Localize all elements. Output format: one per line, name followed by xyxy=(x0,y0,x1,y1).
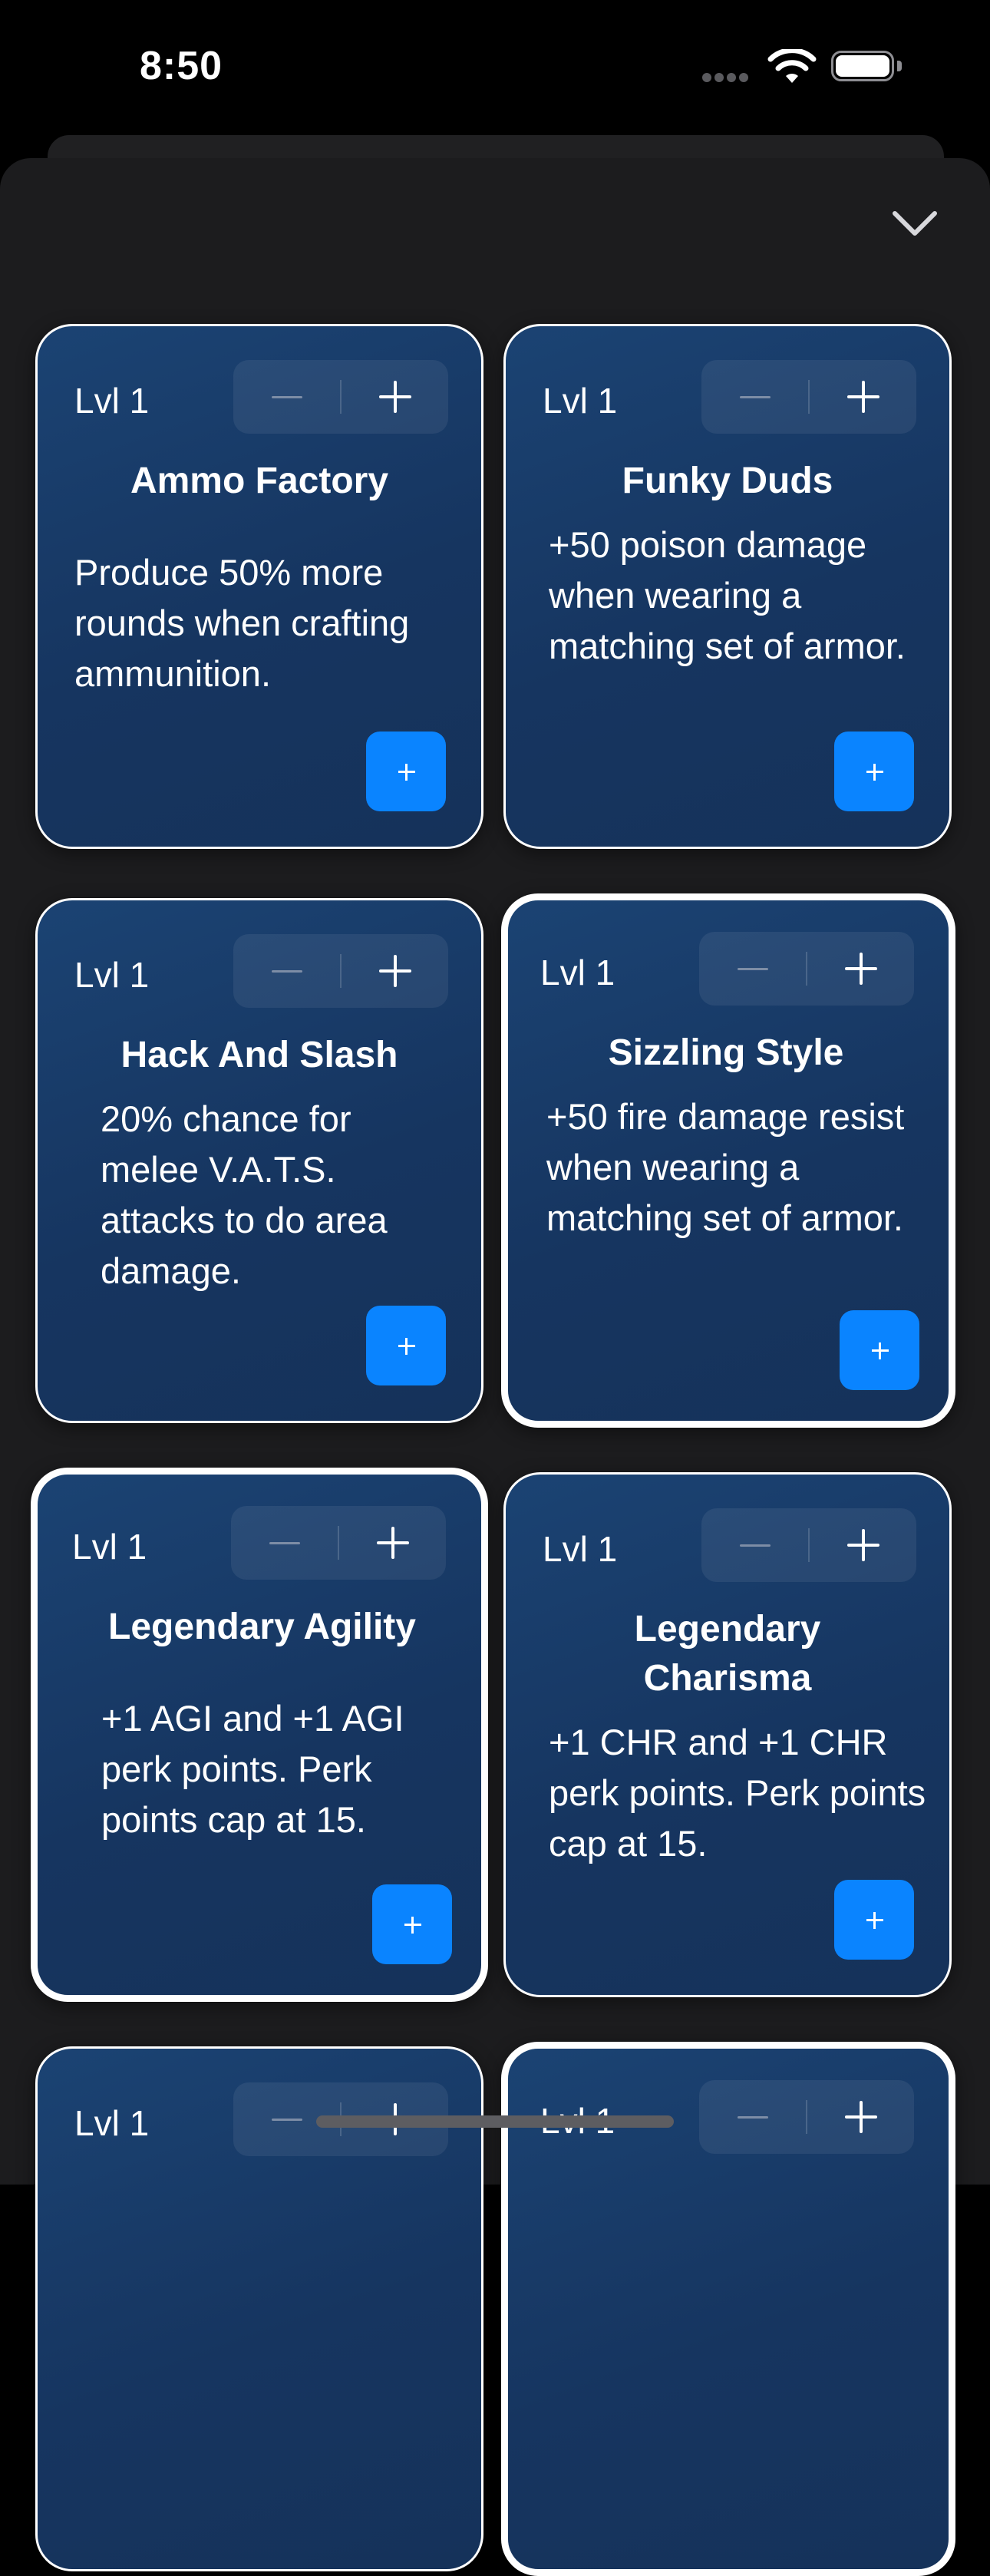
perk-title: Sizzling Style xyxy=(608,1032,844,1073)
perk-description: +50 fire damage resist when wearing a ma… xyxy=(546,1096,905,1238)
add-perk-button[interactable] xyxy=(840,1310,919,1390)
decrease-level-button[interactable] xyxy=(231,1506,338,1580)
level-stepper[interactable] xyxy=(701,360,916,434)
perk-card[interactable]: Lvl 1 Funky Duds +50 poison damage when … xyxy=(503,324,952,849)
chevron-down-icon[interactable] xyxy=(889,204,941,243)
decrease-level-button[interactable] xyxy=(233,934,341,1008)
add-perk-button[interactable] xyxy=(372,1884,452,1964)
increase-level-button[interactable] xyxy=(807,2080,914,2154)
level-label: Lvl 1 xyxy=(74,2103,150,2143)
perk-card[interactable]: Lvl 1 Hack And Slash 20% chance for mele… xyxy=(35,898,483,1423)
increase-level-button[interactable] xyxy=(341,360,448,434)
increase-level-button[interactable] xyxy=(338,1506,446,1580)
level-stepper[interactable] xyxy=(233,360,448,434)
decrease-level-button[interactable] xyxy=(699,2080,807,2154)
decrease-level-button[interactable] xyxy=(701,1508,809,1582)
add-perk-button[interactable] xyxy=(366,1306,446,1385)
level-stepper[interactable] xyxy=(233,934,448,1008)
add-perk-button[interactable] xyxy=(834,732,914,811)
perk-title: Legendary Agility xyxy=(108,1607,416,1647)
perk-card[interactable]: Lvl 1 Legendary Charisma +1 CHR and +1 C… xyxy=(503,1472,952,1997)
perk-title: Funky Duds xyxy=(622,461,833,501)
wifi-icon xyxy=(767,49,817,83)
level-label: Lvl 1 xyxy=(74,955,150,995)
level-stepper[interactable] xyxy=(699,2080,914,2154)
perk-description: +1 AGI and +1 AGI perk points. Perk poin… xyxy=(101,1698,404,1840)
level-stepper[interactable] xyxy=(701,1508,916,1582)
level-stepper[interactable] xyxy=(699,932,914,1006)
level-label: Lvl 1 xyxy=(74,381,150,421)
perk-description: Produce 50% more rounds when crafting am… xyxy=(74,552,410,694)
perk-title: Hack And Slash xyxy=(120,1035,398,1075)
level-label: Lvl 1 xyxy=(72,1527,147,1567)
home-indicator[interactable] xyxy=(316,2115,674,2128)
perk-title: Ammo Factory xyxy=(130,461,389,501)
increase-level-button[interactable] xyxy=(807,932,914,1006)
status-time: 8:50 xyxy=(140,44,223,88)
add-perk-button[interactable] xyxy=(366,732,446,811)
decrease-level-button[interactable] xyxy=(699,932,807,1006)
level-label: Lvl 1 xyxy=(543,1529,618,1569)
perk-card-selected[interactable]: Lvl 1 Legendary Agility +1 AGI and +1 AG… xyxy=(31,1468,488,2002)
battery-icon xyxy=(831,51,903,84)
perk-title: Legendary Charisma xyxy=(634,1609,821,1699)
level-stepper[interactable] xyxy=(231,1506,446,1580)
perk-description: +1 CHR and +1 CHR perk points. Perk poin… xyxy=(549,1722,926,1864)
add-perk-button[interactable] xyxy=(834,1880,914,1960)
perk-card[interactable]: Lvl 1 Ammo Factory Produce 50% more roun… xyxy=(35,324,483,849)
cellular-signal-icon xyxy=(702,72,753,82)
perk-card-selected[interactable]: Lvl 1 Sizzling Style +50 fire damage res… xyxy=(501,893,955,1428)
increase-level-button[interactable] xyxy=(809,1508,916,1582)
level-label: Lvl 1 xyxy=(540,953,615,992)
increase-level-button[interactable] xyxy=(809,360,916,434)
level-label: Lvl 1 xyxy=(543,381,618,421)
perk-description: 20% chance for melee V.A.T.S. attacks to… xyxy=(101,1098,388,1291)
increase-level-button[interactable] xyxy=(341,934,448,1008)
perk-description: +50 poison damage when wearing a matchin… xyxy=(549,524,906,666)
status-bar: 8:50 xyxy=(0,0,990,130)
decrease-level-button[interactable] xyxy=(233,360,341,434)
decrease-level-button[interactable] xyxy=(701,360,809,434)
